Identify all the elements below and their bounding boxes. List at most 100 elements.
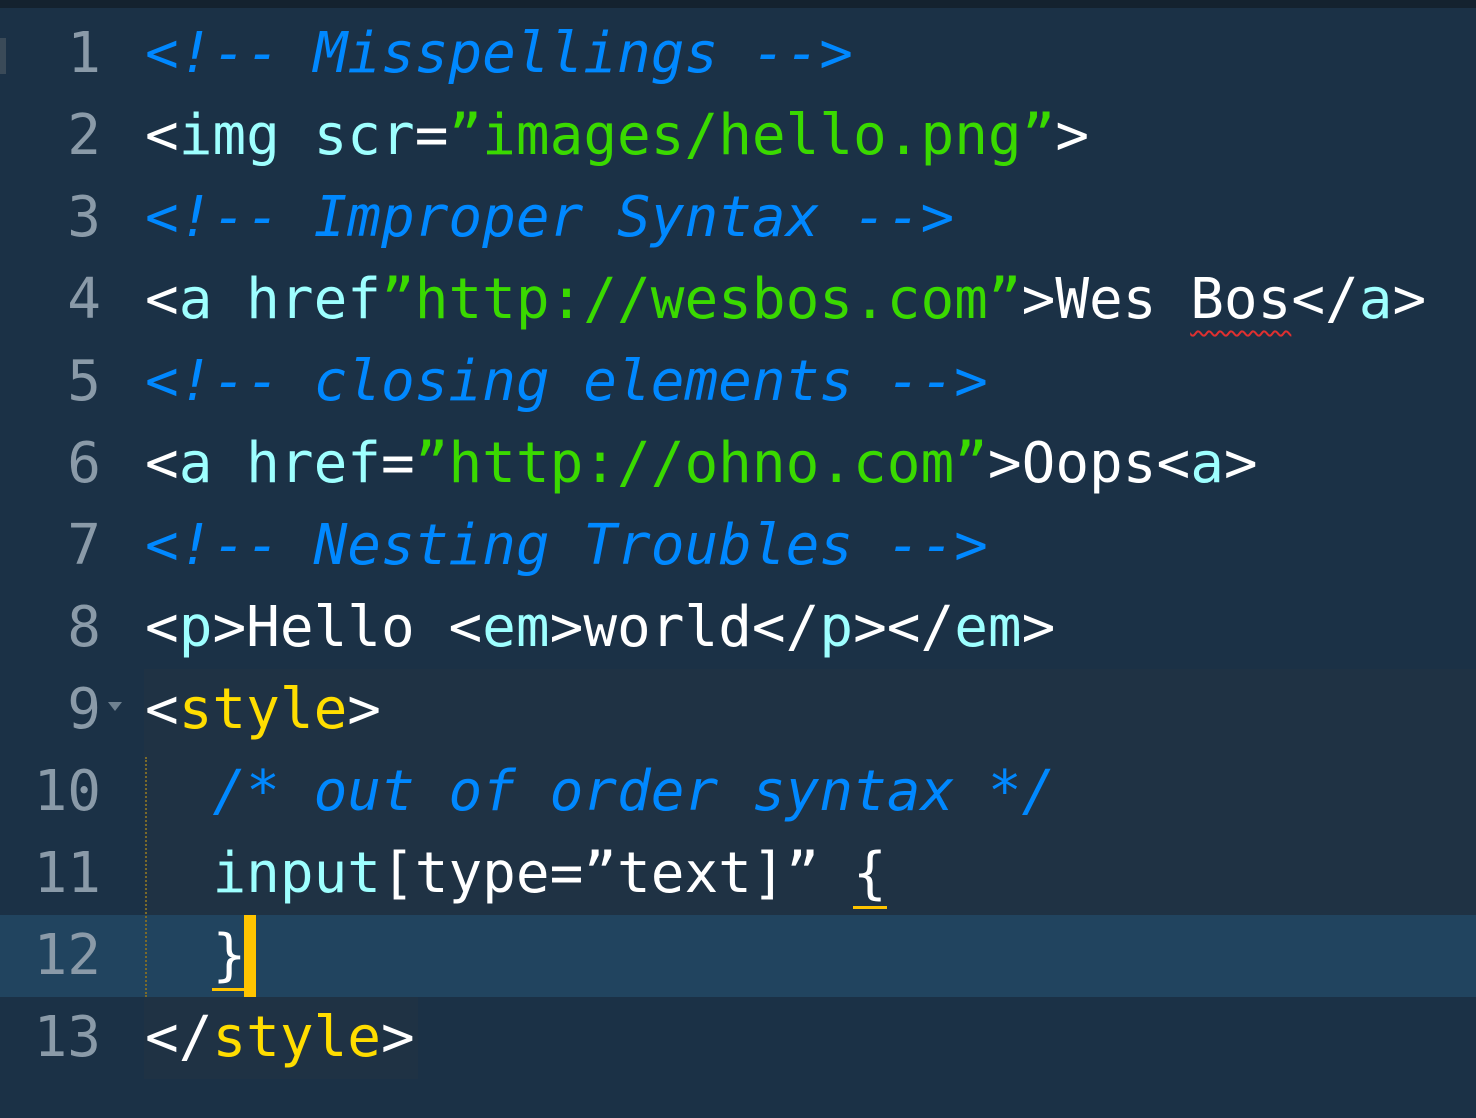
tag-name: em <box>482 595 550 660</box>
code-line[interactable]: 2 <img scr=”images/hello.png”> <box>0 95 1476 177</box>
code-line[interactable]: 6 <a href=”http://ohno.com”>Oops<a> <box>0 423 1476 505</box>
line-number: 13 <box>33 1005 101 1070</box>
tab-bar-edge <box>0 0 1476 8</box>
line-content[interactable]: <!-- Improper Syntax --> <box>145 177 954 259</box>
attribute-name: scr <box>313 103 415 168</box>
attribute-value: ”http://ohno.com” <box>414 431 988 496</box>
line-number: 6 <box>67 431 101 496</box>
attribute-name: href <box>246 431 382 496</box>
tag-bracket: < <box>448 595 483 660</box>
tag-bracket: > <box>987 431 1022 496</box>
attribute-value: ”images/hello.png” <box>448 103 1056 168</box>
line-content[interactable]: <style> <box>145 669 381 751</box>
line-content[interactable]: input[type=”text]” { <box>145 833 887 915</box>
line-content[interactable]: <!-- Nesting Troubles --> <box>145 505 988 587</box>
line-content[interactable]: </style> <box>145 997 415 1079</box>
line-number: 4 <box>67 267 101 332</box>
matched-close-brace: } <box>212 923 247 991</box>
tag-name: a <box>178 267 213 332</box>
line-number: 5 <box>67 349 101 414</box>
line-number: 8 <box>67 595 101 660</box>
style-tag-name: style <box>178 677 348 742</box>
html-comment: <!-- Nesting Troubles --> <box>145 513 988 578</box>
line-content[interactable]: <!-- closing elements --> <box>145 341 988 423</box>
tag-name: p <box>819 595 854 660</box>
tag-bracket: > <box>381 1005 415 1070</box>
text-content: Hello <box>246 595 449 660</box>
code-line[interactable]: 11 input[type=”text]” { <box>0 833 1476 915</box>
tag-bracket: < <box>145 595 179 660</box>
line-number: 11 <box>33 841 101 906</box>
css-comment: /* out of order syntax */ <box>212 759 1056 824</box>
tag-name: a <box>178 431 213 496</box>
tag-name: a <box>1358 267 1393 332</box>
line-content[interactable]: /* out of order syntax */ <box>145 751 1055 833</box>
spelling-error-text[interactable]: Bos <box>1190 267 1291 332</box>
text-cursor <box>244 915 256 997</box>
code-line[interactable]: 9 <style> <box>0 669 1476 751</box>
tag-bracket: > <box>1055 103 1090 168</box>
fold-arrow-icon[interactable] <box>108 702 122 711</box>
code-editor[interactable]: 1 <!-- Misspellings --> 2 <img scr=”imag… <box>0 0 1476 1118</box>
tag-bracket: < <box>145 103 179 168</box>
line-content[interactable]: <p>Hello <em>world</p></em> <box>145 587 1055 669</box>
tag-bracket: > <box>1223 431 1258 496</box>
tag-bracket: </ <box>751 595 820 660</box>
html-comment: <!-- Improper Syntax --> <box>145 185 955 250</box>
line-content[interactable]: <a href=”http://ohno.com”>Oops<a> <box>145 423 1258 505</box>
line-number: 12 <box>33 923 101 988</box>
tag-bracket: > <box>549 595 584 660</box>
css-attribute-selector: [type=”text]” <box>381 841 854 906</box>
code-line[interactable]: 1 <!-- Misspellings --> <box>0 13 1476 95</box>
style-tag-name: style <box>212 1005 382 1070</box>
equals-sign: = <box>381 431 415 496</box>
code-line[interactable]: 3 <!-- Improper Syntax --> <box>0 177 1476 259</box>
code-line[interactable]: 13 </style> <box>0 997 1476 1079</box>
code-line-current[interactable]: 12 } <box>0 915 1476 997</box>
line-content[interactable]: <a href”http://wesbos.com”>Wes Bos</a> <box>145 259 1426 341</box>
tag-bracket: < <box>1156 431 1191 496</box>
tag-bracket: < <box>145 677 179 742</box>
tag-name: em <box>954 595 1022 660</box>
line-number: 9 <box>67 677 101 742</box>
text-content: Wes <box>1055 267 1191 332</box>
tag-bracket: < <box>145 267 179 332</box>
text-content: Oops <box>1021 431 1157 496</box>
tag-bracket: </ <box>1291 267 1359 332</box>
code-line[interactable]: 7 <!-- Nesting Troubles --> <box>0 505 1476 587</box>
tag-bracket: > <box>1392 267 1427 332</box>
tag-name: a <box>1190 431 1224 496</box>
equals-sign: = <box>414 103 449 168</box>
code-line[interactable]: 10 /* out of order syntax */ <box>0 751 1476 833</box>
tag-bracket: > <box>1021 595 1056 660</box>
line-content[interactable]: } <box>145 915 247 997</box>
line-number: 10 <box>33 759 101 824</box>
attribute-name: href <box>246 267 382 332</box>
tag-bracket: > <box>212 595 247 660</box>
line-content[interactable]: <img scr=”images/hello.png”> <box>145 95 1089 177</box>
line-number: 7 <box>67 513 101 578</box>
text-content: world <box>583 595 752 660</box>
tag-bracket: > <box>1021 267 1056 332</box>
attribute-value: ”http://wesbos.com” <box>381 267 1022 332</box>
line-number: 3 <box>67 185 101 250</box>
matched-open-brace: { <box>853 841 887 909</box>
html-comment: <!-- Misspellings --> <box>145 21 854 86</box>
line-content[interactable]: <!-- Misspellings --> <box>145 13 853 95</box>
tag-bracket: < <box>145 431 179 496</box>
code-line[interactable]: 5 <!-- closing elements --> <box>0 341 1476 423</box>
tag-bracket: > <box>853 595 887 660</box>
code-line[interactable]: 8 <p>Hello <em>world</p></em> <box>0 587 1476 669</box>
tag-bracket: > <box>347 677 382 742</box>
code-line[interactable]: 4 <a href”http://wesbos.com”>Wes Bos</a> <box>0 259 1476 341</box>
tag-name: p <box>178 595 213 660</box>
tag-name: img <box>178 103 280 168</box>
tag-bracket: </ <box>886 595 955 660</box>
html-comment: <!-- closing elements --> <box>145 349 988 414</box>
css-selector: input <box>212 841 382 906</box>
